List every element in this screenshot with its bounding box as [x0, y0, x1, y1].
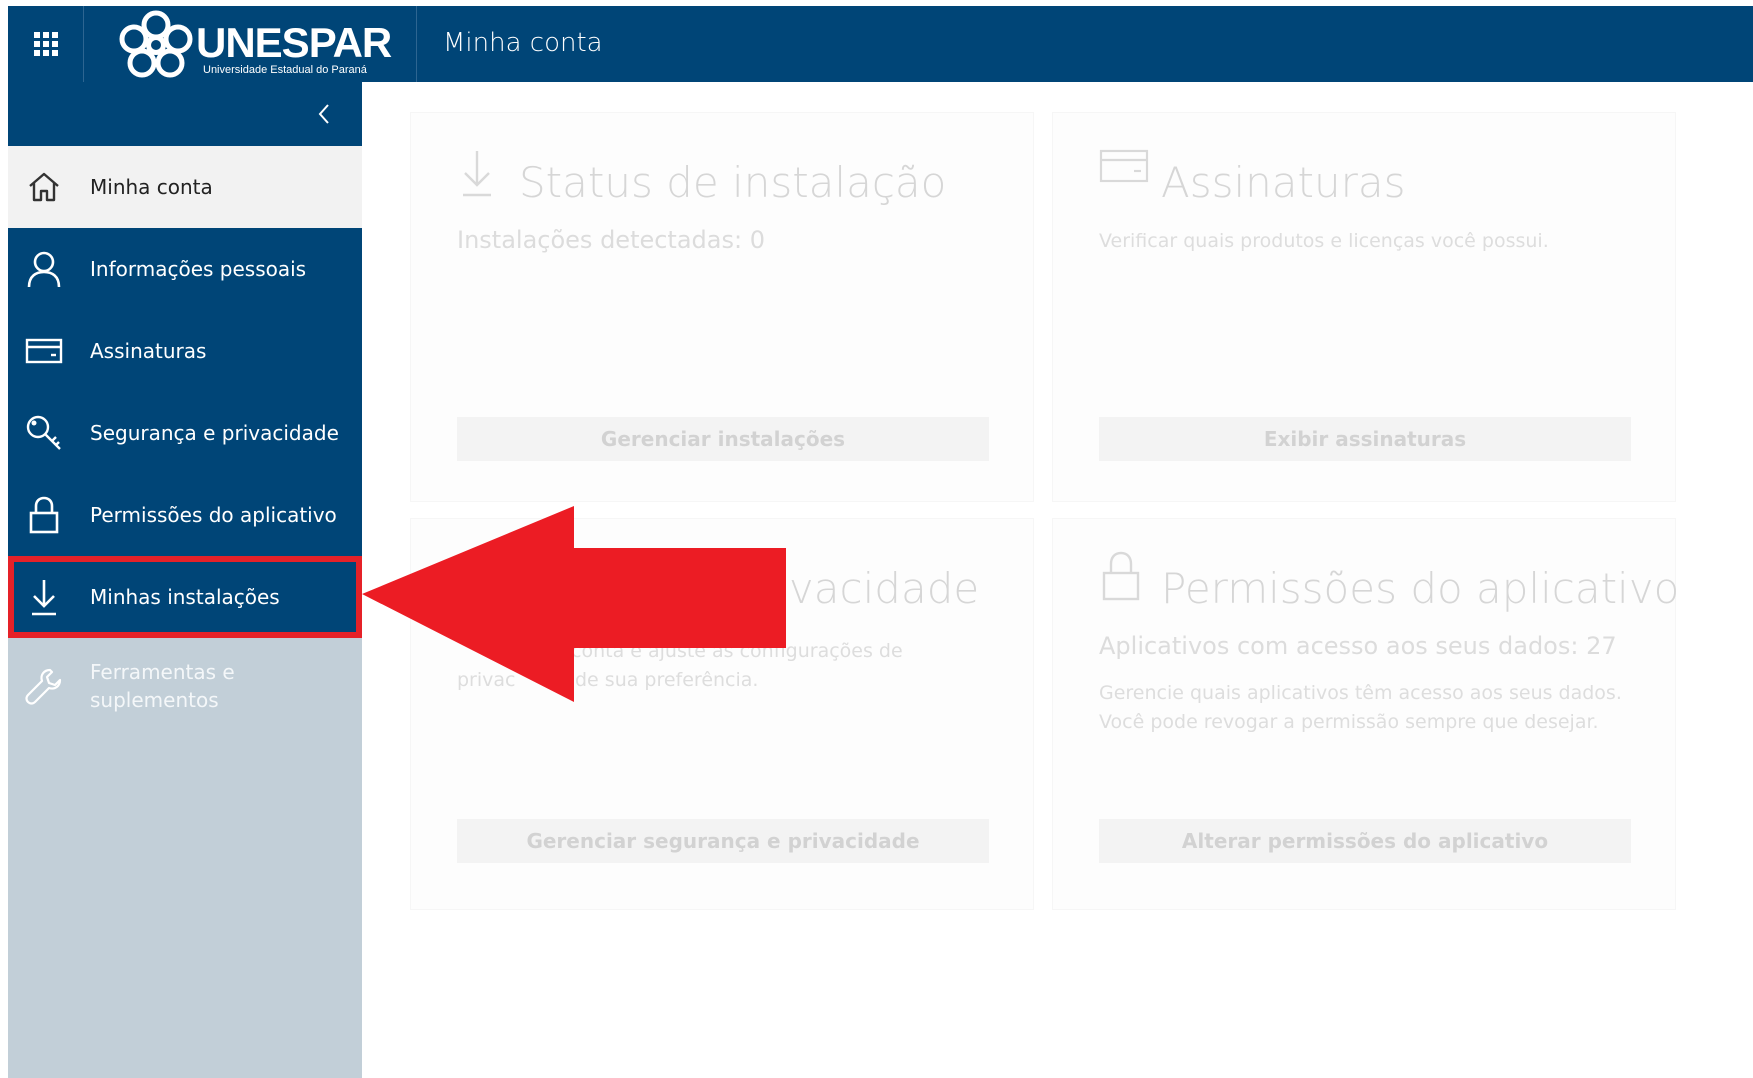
sidebar-item-label: Assinaturas [90, 339, 207, 363]
sidebar-item-label: Permissões do aplicativo [90, 503, 337, 527]
card-permissoes-aplicativo: Permissões do aplicativo Aplicativos com… [1052, 518, 1680, 910]
sidebar-item-assinaturas[interactable]: Assinaturas [8, 310, 362, 392]
unespar-logo[interactable]: UNESPAR Universidade Estadual do Paraná [84, 6, 417, 82]
manage-security-button[interactable]: Gerenciar segurança e privacidade [457, 819, 989, 863]
sidebar-item-minhas-instalacoes[interactable]: Minhas instalações [8, 556, 362, 638]
card-description: Verificar quais produtos e licenças você… [1099, 230, 1549, 252]
wrench-icon [24, 666, 64, 706]
app-launcher-button[interactable] [8, 6, 84, 82]
download-icon [457, 147, 497, 205]
card-status-instalacao: Status de instalação Instalações detecta… [410, 112, 1034, 502]
app-window: UNESPAR Universidade Estadual do Paraná … [8, 6, 1753, 1078]
card-subtitle: Instalações detectadas: 0 [457, 226, 765, 254]
waffle-icon [33, 32, 58, 56]
collapse-sidebar-button[interactable] [308, 98, 340, 130]
sidebar-item-informacoes-pessoais[interactable]: Informações pessoais [8, 228, 362, 310]
chevron-left-icon [318, 104, 329, 124]
card-title: Assinaturas [1161, 158, 1406, 207]
card-description: Gerencie quais aplicativos têm acesso ao… [1099, 682, 1622, 733]
logo-subtitle: Universidade Estadual do Paraná [203, 64, 367, 76]
key-icon [24, 413, 64, 453]
sidebar-item-minha-conta[interactable]: Minha conta [8, 146, 362, 228]
lock-icon [1099, 549, 1143, 607]
home-icon [24, 167, 64, 207]
manage-installs-button[interactable]: Gerenciar instalações [457, 417, 989, 461]
view-subscriptions-button[interactable]: Exibir assinaturas [1099, 417, 1631, 461]
card-icon [1099, 147, 1149, 191]
sidebar-item-ferramentas-suplementos[interactable]: Ferramentas e suplementos [8, 638, 362, 734]
card-icon [24, 331, 64, 371]
card-title: Permissões do aplicativo [1161, 564, 1680, 613]
sidebar-item-seguranca-privacidade[interactable]: Segurança e privacidade [8, 392, 362, 474]
lock-icon [24, 495, 64, 535]
card-assinaturas: Assinaturas Verificar quais produtos e l… [1052, 112, 1676, 502]
annotation-arrow-icon [362, 506, 786, 702]
top-bar: UNESPAR Universidade Estadual do Paraná … [8, 6, 1753, 82]
logo-text: UNESPAR [196, 19, 392, 66]
person-icon [24, 249, 64, 289]
sidebar: Minha conta Informações pessoais Assinat… [8, 82, 362, 1078]
sidebar-item-label: Minha conta [90, 175, 213, 199]
sidebar-collapse-row [8, 82, 362, 146]
sidebar-item-label: Segurança e privacidade [90, 421, 339, 445]
sidebar-item-permissoes-aplicativo[interactable]: Permissões do aplicativo [8, 474, 362, 556]
logo-emblem-icon [119, 10, 193, 78]
download-icon [24, 577, 64, 617]
card-title: Status de instalação [519, 158, 947, 207]
sidebar-item-label: Ferramentas e suplementos [90, 660, 235, 712]
sidebar-item-label: Minhas instalações [90, 585, 280, 609]
sidebar-item-label: Informações pessoais [90, 257, 307, 281]
change-permissions-button[interactable]: Alterar permissões do aplicativo [1099, 819, 1631, 863]
page-title: Minha conta [443, 28, 603, 58]
card-subtitle: Aplicativos com acesso aos seus dados: 2… [1099, 632, 1617, 660]
